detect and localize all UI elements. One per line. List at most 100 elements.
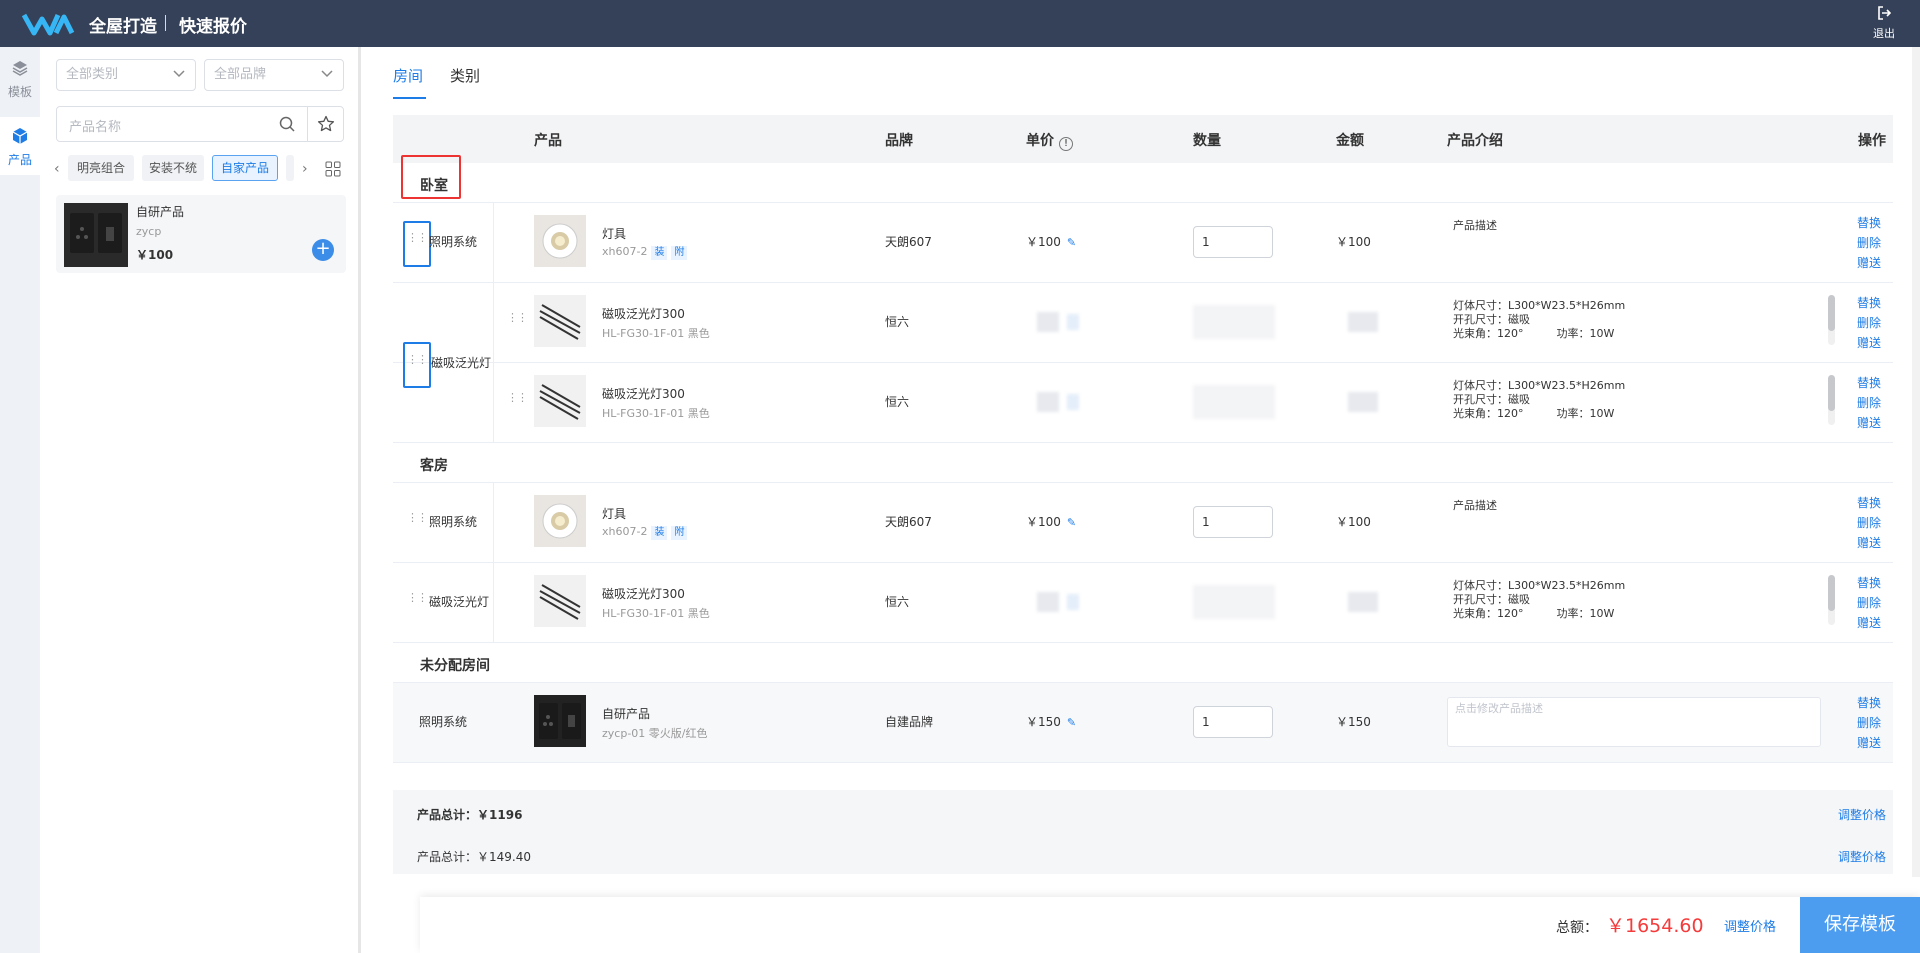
- delete-link[interactable]: 删除: [1857, 713, 1881, 733]
- scrollbar-thumb[interactable]: [1828, 295, 1835, 331]
- quantity-input[interactable]: 1: [1193, 506, 1273, 538]
- blurred-amount: [1348, 392, 1378, 412]
- chip-own-products[interactable]: 自家产品: [212, 155, 278, 181]
- drag-handle-icon[interactable]: ⋮⋮: [507, 392, 528, 403]
- adjust-price-link[interactable]: 调整价格: [1838, 806, 1886, 823]
- save-template-button[interactable]: 保存模板: [1800, 897, 1920, 953]
- replace-link[interactable]: 替换: [1857, 693, 1881, 713]
- drag-handle-icon[interactable]: ⋮⋮: [407, 354, 428, 365]
- rail-item-products[interactable]: 产品: [0, 117, 40, 175]
- logout-button[interactable]: 退出: [1869, 6, 1899, 41]
- delete-link[interactable]: 删除: [1857, 233, 1881, 253]
- product-description[interactable]: 产品描述: [1453, 499, 1823, 549]
- desc-line: 开孔尺寸：磁吸: [1453, 313, 1530, 326]
- description-scrollbar[interactable]: [1828, 375, 1835, 425]
- row-ops: 替换 删除 赠送: [1857, 693, 1881, 753]
- app-title: 全屋打造: [89, 17, 157, 37]
- edit-pencil-icon[interactable]: ✎: [1067, 236, 1076, 249]
- star-icon[interactable]: [317, 115, 335, 133]
- chip-install[interactable]: 安装不统: [142, 155, 204, 181]
- edit-pencil-icon[interactable]: ✎: [1067, 516, 1076, 529]
- main-scrollbar[interactable]: [1912, 47, 1920, 877]
- product-card-code: zycp: [136, 225, 162, 238]
- blurred-price: [1037, 392, 1059, 412]
- adjust-price-link[interactable]: 调整价格: [1838, 848, 1886, 865]
- product-card[interactable]: 自研产品 zycp ￥100 +: [56, 195, 346, 273]
- replace-link[interactable]: 替换: [1857, 573, 1881, 593]
- chips-scroll-right-icon[interactable]: ›: [302, 161, 308, 177]
- drag-handle-icon[interactable]: ⋮⋮: [407, 592, 428, 603]
- blurred-edit: [1067, 314, 1079, 330]
- delete-link[interactable]: 删除: [1857, 513, 1881, 533]
- gift-link[interactable]: 赠送: [1857, 733, 1881, 753]
- info-icon[interactable]: !: [1059, 137, 1073, 151]
- panel-scrollbar[interactable]: [358, 47, 361, 953]
- brand-cell: 天朗607: [885, 515, 932, 529]
- search-divider: [307, 107, 308, 141]
- add-product-button[interactable]: +: [312, 239, 334, 261]
- description-textarea[interactable]: 点击修改产品描述: [1447, 697, 1821, 747]
- product-thumbnail: [534, 495, 586, 547]
- gift-link[interactable]: 赠送: [1857, 613, 1881, 633]
- rail-item-templates[interactable]: 模板: [0, 55, 40, 113]
- grand-total-value: ￥1654.60: [1606, 915, 1704, 937]
- gift-link[interactable]: 赠送: [1857, 333, 1881, 353]
- edit-pencil-icon[interactable]: ✎: [1067, 716, 1076, 729]
- delete-link[interactable]: 删除: [1857, 393, 1881, 413]
- chip-overflow[interactable]: [286, 155, 294, 181]
- adjust-total-link[interactable]: 调整价格: [1724, 916, 1776, 935]
- row-divider: [493, 203, 494, 282]
- quantity-input[interactable]: 1: [1193, 226, 1273, 258]
- brand-select[interactable]: 全部品牌: [204, 59, 344, 91]
- product-card-name: 自研产品: [136, 205, 185, 219]
- replace-link[interactable]: 替换: [1857, 213, 1881, 233]
- scrollbar-thumb[interactable]: [1828, 575, 1835, 611]
- table-header: 产品 品牌 单价! 数量 金额 产品介绍 操作: [393, 115, 1893, 163]
- room-name[interactable]: 未分配房间: [420, 655, 490, 675]
- product-code: xh607-2 装附: [602, 245, 688, 260]
- gift-link[interactable]: 赠送: [1857, 533, 1881, 553]
- chip-bright-combo[interactable]: 明亮组合: [68, 155, 134, 181]
- tab-rooms[interactable]: 房间: [393, 65, 423, 86]
- drag-handle-icon[interactable]: ⋮⋮: [407, 512, 428, 523]
- row-divider: [493, 283, 494, 362]
- replace-link[interactable]: 替换: [1857, 293, 1881, 313]
- room-group-header: 未分配房间: [393, 643, 1893, 683]
- blurred-amount: [1348, 592, 1378, 612]
- product-code-text: xh607-2: [602, 245, 648, 258]
- room-name[interactable]: 卧室: [420, 175, 448, 195]
- chevron-down-icon: [173, 70, 185, 78]
- chips-scroll-left-icon[interactable]: ‹: [54, 161, 60, 177]
- subtotal-value: ￥149.40: [477, 850, 532, 864]
- product-code: HL-FG30-1F-01 黑色: [602, 327, 710, 340]
- unit-price-cell: ￥150 ✎: [1026, 713, 1076, 730]
- delete-link[interactable]: 删除: [1857, 313, 1881, 333]
- replace-link[interactable]: 替换: [1857, 373, 1881, 393]
- product-description[interactable]: 产品描述: [1453, 219, 1823, 269]
- drag-handle-icon[interactable]: ⋮⋮: [507, 312, 528, 323]
- table-row: ⋮⋮ 磁吸泛光灯 磁吸泛光灯300 HL-FG30-1F-01 黑色 恒六 灯体…: [393, 563, 1893, 643]
- description-scrollbar[interactable]: [1828, 575, 1835, 625]
- gift-link[interactable]: 赠送: [1857, 413, 1881, 433]
- search-icon[interactable]: [279, 116, 295, 132]
- category-select[interactable]: 全部类别: [56, 59, 196, 91]
- scrollbar-thumb[interactable]: [1828, 375, 1835, 411]
- product-search-input[interactable]: 产品名称: [56, 106, 344, 142]
- description-scrollbar[interactable]: [1828, 295, 1835, 345]
- room-name[interactable]: 客房: [420, 455, 448, 475]
- gift-link[interactable]: 赠送: [1857, 253, 1881, 273]
- quantity-input[interactable]: 1: [1193, 706, 1273, 738]
- table-row: ⋮⋮ 磁吸泛光灯300 HL-FG30-1F-01 黑色 恒六 灯体尺寸：L30…: [393, 283, 1893, 363]
- grid-view-icon[interactable]: [325, 161, 341, 177]
- product-code: xh607-2 装附: [602, 525, 688, 540]
- drag-highlight-box: [403, 221, 431, 267]
- product-description[interactable]: 灯体尺寸：L300*W23.5*H26mm 开孔尺寸：磁吸 光束角：120° 功率：…: [1453, 579, 1823, 629]
- product-description[interactable]: 灯体尺寸：L300*W23.5*H26mm 开孔尺寸：磁吸 光束角：120° 功率：…: [1453, 379, 1823, 429]
- delete-link[interactable]: 删除: [1857, 593, 1881, 613]
- replace-link[interactable]: 替换: [1857, 493, 1881, 513]
- brand-select-text: 全部品牌: [214, 67, 267, 82]
- product-description[interactable]: 灯体尺寸：L300*W23.5*H26mm 开孔尺寸：磁吸 光束角：120° 功率：…: [1453, 299, 1823, 349]
- tab-categories[interactable]: 类别: [450, 65, 480, 86]
- drag-handle-icon[interactable]: ⋮⋮: [407, 232, 428, 243]
- desc-line: 光束角：120° 功率：10W: [1453, 407, 1615, 420]
